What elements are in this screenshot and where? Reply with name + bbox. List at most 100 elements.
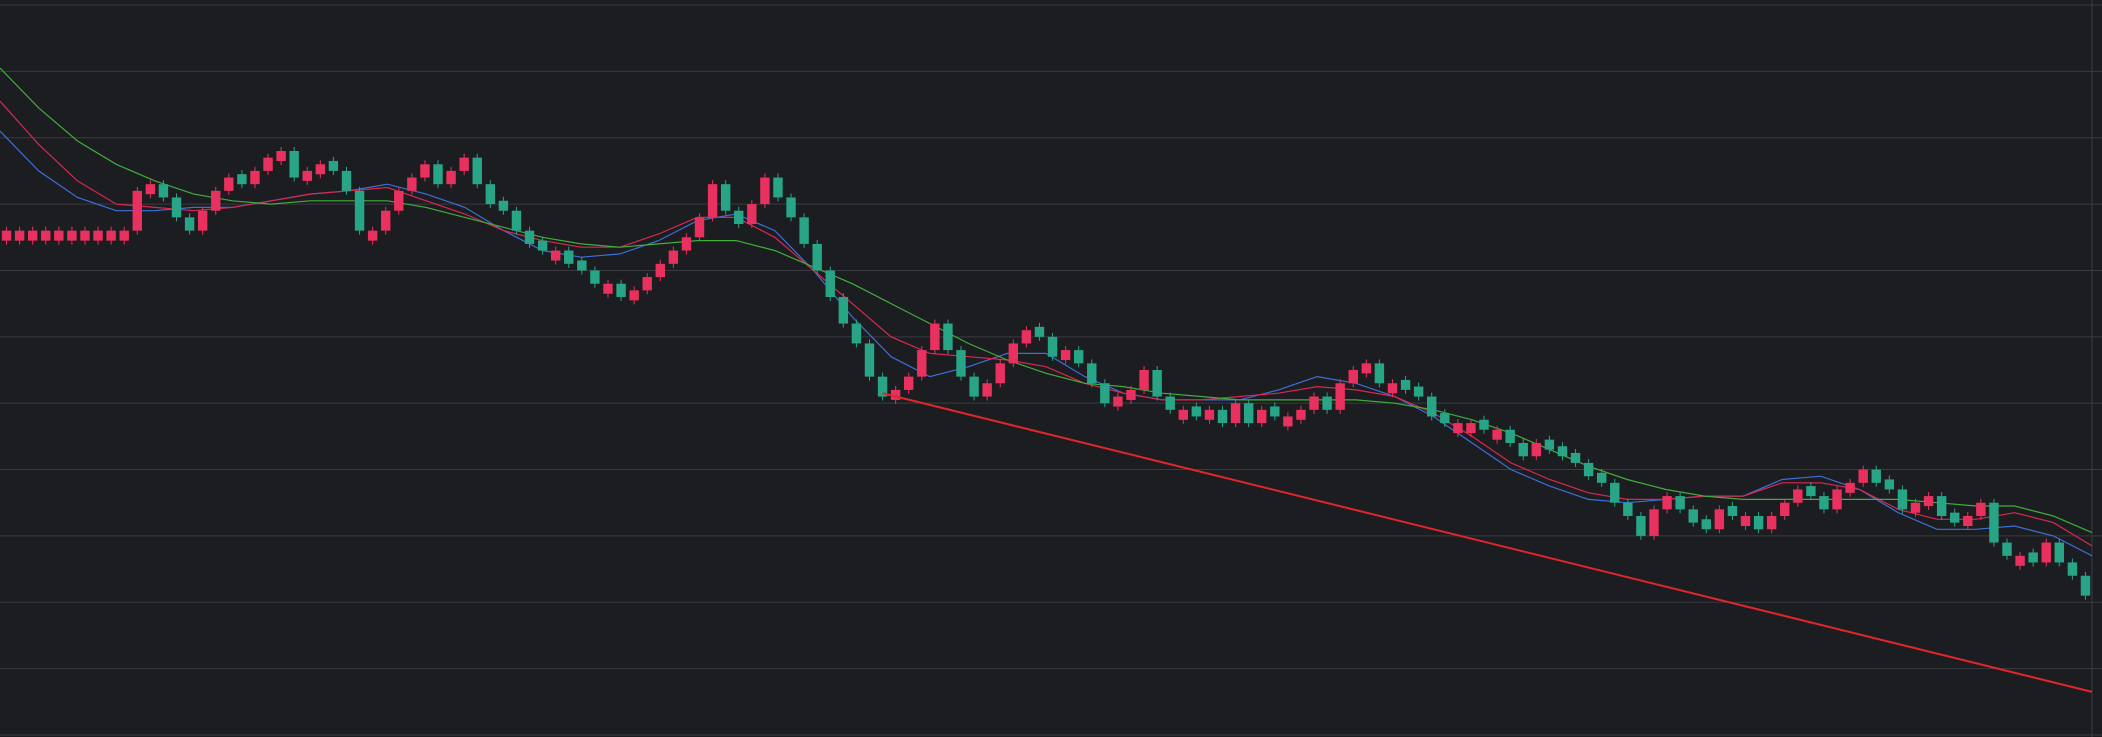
renko-brick	[407, 177, 417, 191]
renko-brick	[1557, 446, 1568, 457]
renko-brick	[969, 376, 979, 397]
renko-brick	[27, 230, 38, 241]
renko-chart[interactable]	[0, 0, 2102, 737]
renko-brick	[1923, 496, 1934, 507]
renko-brick	[1766, 516, 1777, 530]
renko-brick	[1021, 330, 1032, 344]
renko-brick	[54, 230, 64, 241]
renko-brick	[1230, 403, 1241, 424]
renko-brick	[250, 170, 260, 185]
renko-brick	[1296, 409, 1306, 420]
renko-brick	[1649, 509, 1659, 536]
renko-brick	[1976, 502, 1986, 516]
renko-brick	[2015, 555, 2025, 566]
renko-brick	[1217, 409, 1228, 424]
renko-brick	[590, 270, 600, 284]
renko-brick	[1440, 413, 1450, 424]
renko-brick	[1073, 350, 1084, 364]
renko-brick	[237, 174, 247, 185]
renko-brick	[302, 170, 312, 181]
renko-brick	[1570, 452, 1581, 463]
renko-brick	[1387, 383, 1398, 394]
renko-brick	[197, 210, 208, 231]
renko-brick	[1047, 336, 1058, 357]
renko-brick	[498, 200, 509, 211]
renko-brick	[354, 190, 365, 231]
renko-brick	[2028, 552, 2038, 563]
renko-brick	[904, 376, 914, 390]
renko-brick	[276, 151, 286, 161]
renko-brick	[1832, 489, 1842, 510]
renko-brick	[1531, 443, 1542, 457]
renko-brick	[1518, 443, 1528, 457]
renko-brick	[211, 190, 221, 211]
renko-brick	[1348, 370, 1358, 384]
renko-brick	[773, 177, 783, 198]
renko-brick	[1819, 496, 1829, 510]
renko-brick	[1793, 489, 1803, 503]
renko-brick	[119, 230, 129, 241]
renko-brick	[1753, 516, 1764, 530]
renko-brick	[224, 177, 234, 191]
renko-brick	[367, 230, 378, 241]
renko-brick	[145, 184, 156, 195]
renko-brick	[720, 184, 731, 211]
renko-brick	[943, 323, 953, 351]
chart-canvas[interactable]	[0, 0, 2102, 737]
renko-brick	[1361, 363, 1372, 374]
renko-brick	[132, 190, 142, 231]
renko-brick	[1492, 429, 1502, 440]
renko-brick	[67, 230, 77, 241]
renko-brick	[1544, 439, 1555, 450]
renko-brick	[446, 170, 456, 185]
renko-brick	[668, 250, 679, 264]
renko-brick	[603, 283, 613, 294]
renko-brick	[681, 237, 692, 251]
renko-brick	[747, 204, 757, 224]
renko-brick	[2054, 542, 2065, 563]
renko-brick	[655, 263, 665, 278]
renko-brick	[1400, 379, 1411, 390]
renko-brick	[1060, 350, 1071, 361]
renko-brick	[1884, 479, 1895, 490]
renko-brick	[1936, 496, 1947, 516]
renko-brick	[93, 230, 103, 241]
renko-brick	[1701, 519, 1711, 530]
renko-brick	[524, 230, 535, 244]
renko-brick	[341, 170, 352, 191]
renko-brick	[1374, 363, 1385, 384]
renko-brick	[995, 363, 1005, 384]
renko-brick	[184, 217, 195, 231]
renko-brick	[1, 230, 12, 241]
renko-brick	[1283, 416, 1293, 427]
renko-brick	[1309, 396, 1319, 410]
renko-brick	[1780, 502, 1790, 516]
renko-brick	[1204, 409, 1215, 420]
renko-brick	[1453, 423, 1463, 434]
renko-brick	[760, 177, 770, 205]
renko-brick	[1675, 496, 1685, 510]
renko-brick	[1008, 343, 1019, 364]
renko-brick	[577, 260, 587, 271]
renko-brick	[1845, 482, 1855, 493]
renko-brick	[707, 184, 718, 218]
renko-brick	[1034, 326, 1045, 337]
renko-brick	[1427, 396, 1437, 417]
renko-brick	[930, 323, 940, 351]
renko-brick	[1505, 429, 1515, 443]
renko-brick	[1413, 386, 1424, 397]
renko-brick	[616, 283, 626, 297]
renko-brick	[80, 230, 90, 241]
renko-brick	[158, 184, 169, 198]
renko-brick	[1322, 396, 1332, 410]
renko-brick	[2080, 575, 2091, 596]
renko-brick	[394, 190, 404, 211]
renko-brick	[851, 323, 862, 344]
renko-brick	[917, 350, 927, 377]
renko-brick	[171, 197, 182, 218]
renko-brick	[14, 230, 25, 241]
renko-brick	[1479, 419, 1489, 430]
renko-brick	[734, 210, 744, 224]
renko-brick	[1583, 462, 1594, 477]
renko-brick	[537, 240, 548, 251]
